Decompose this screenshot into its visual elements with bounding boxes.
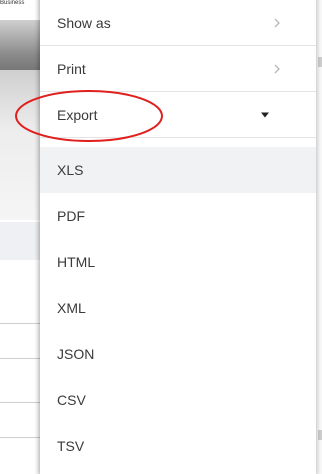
background-right-marker [318,57,322,67]
menu-item-label: Export [57,106,98,123]
screenshot-stage: Business Show as Print Export XLS PDF HT… [0,0,322,474]
export-option-json[interactable]: JSON [40,331,316,377]
export-option-label: TSV [57,438,85,454]
background-row-divider [0,323,40,324]
export-option-xml[interactable]: XML [40,285,316,331]
menu-item-export[interactable]: Export [40,92,316,138]
export-option-label: JSON [57,346,95,362]
background-row-divider [0,358,40,359]
background-header-bar [0,20,40,70]
export-option-csv[interactable]: CSV [40,377,316,423]
chevron-right-icon [274,64,280,73]
menu-item-label: Show as [57,14,111,31]
menu-item-label: Print [57,60,86,77]
background-row-divider [0,437,40,438]
background-heading-text: Business [0,0,25,6]
export-option-tsv[interactable]: TSV [40,423,316,469]
export-option-pdf[interactable]: PDF [40,193,316,239]
export-option-html[interactable]: HTML [40,239,316,285]
caret-down-icon [261,112,269,117]
export-option-label: CSV [57,392,86,408]
background-right-marker [318,430,322,440]
dropdown-menu: Show as Print Export XLS PDF HTML XML JS… [40,0,316,474]
menu-item-show-as[interactable]: Show as [40,0,316,46]
chevron-right-icon [274,18,280,27]
export-option-label: HTML [57,254,96,270]
background-row-divider [0,402,40,403]
background-table-header [0,222,40,260]
export-option-label: XLS [57,162,84,178]
export-option-xls[interactable]: XLS [40,147,316,193]
background-right-edge [318,0,322,474]
export-option-label: PDF [57,208,85,224]
menu-item-print[interactable]: Print [40,46,316,92]
export-option-label: XML [57,300,86,316]
background-panel [0,70,40,220]
